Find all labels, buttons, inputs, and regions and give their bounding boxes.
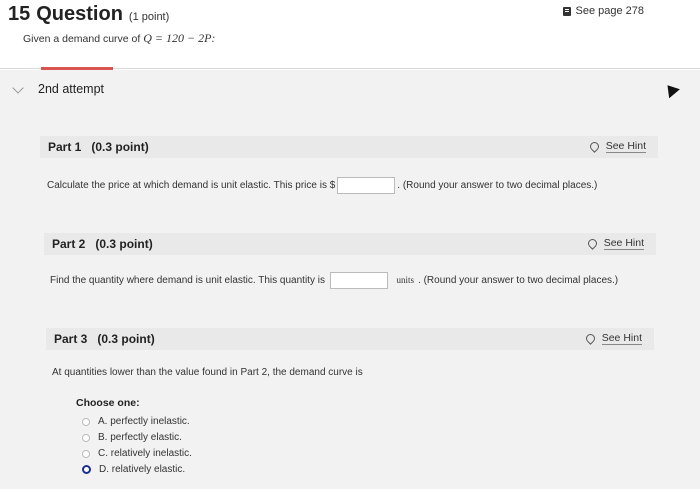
radio-button[interactable] — [82, 433, 90, 442]
units-label: units — [396, 275, 415, 286]
part-3-header: Part 3 (0.3 point) See Hint — [46, 328, 654, 350]
book-icon — [563, 6, 572, 16]
chevron-down-icon — [12, 81, 24, 94]
part-1-suffix: . (Round your answer to two decimal plac… — [397, 180, 598, 192]
question-title: 15 Question (1 point) — [8, 3, 169, 26]
part-3-label: Part 3 — [54, 332, 88, 346]
part-2-question: Find the quantity where demand is unit e… — [50, 272, 618, 289]
part-1-question: Calculate the price at which demand is u… — [47, 177, 597, 194]
part-3-points: (0.3 point) — [97, 332, 155, 346]
given-equation: Q = 120 − 2P: — [143, 31, 216, 45]
option-b-label: B. perfectly elastic. — [98, 432, 182, 443]
see-hint-label: See Hint — [605, 140, 646, 153]
part-2-quantity-input[interactable] — [329, 272, 388, 289]
part-1-points: (0.3 point) — [91, 140, 149, 154]
option-a[interactable]: A. perfectly inelastic. — [82, 416, 190, 427]
part-2-label: Part 2 — [52, 237, 86, 251]
radio-button[interactable] — [82, 449, 90, 458]
attempt-toggle[interactable]: 2nd attempt — [12, 81, 105, 96]
question-title-text: Question — [36, 3, 123, 25]
question-header: 15 Question (1 point) See page 278 Given a… — [8, 0, 692, 70]
part-1-header: Part 1 (0.3 point) See Hint — [40, 136, 658, 158]
lightbulb-icon — [587, 140, 601, 153]
see-page-label: See page 278 — [575, 5, 644, 17]
choose-one-label: Choose one: — [76, 397, 140, 409]
attempt-label: 2nd attempt — [38, 82, 105, 96]
part-3-see-hint[interactable]: See Hint — [583, 332, 642, 345]
part-1-text: Calculate the price at which demand is u… — [47, 180, 336, 192]
given-text: Given a demand curve of Q = 120 − 2P: — [23, 31, 215, 46]
part-2-text: Find the quantity where demand is unit e… — [50, 275, 325, 287]
question-points: (1 point) — [128, 11, 170, 23]
part-1-see-hint[interactable]: See Hint — [587, 140, 646, 153]
option-c[interactable]: C. relatively inelastic. — [82, 448, 192, 459]
see-hint-label: See Hint — [601, 332, 642, 345]
option-d-label: D. relatively elastic. — [99, 464, 186, 475]
part-2-points: (0.3 point) — [95, 237, 153, 251]
lightbulb-icon — [583, 332, 597, 345]
part-2-see-hint[interactable]: See Hint — [585, 237, 644, 250]
question-number: 15 — [8, 3, 31, 25]
part-3-question: At quantities lower than the value found… — [52, 367, 363, 378]
option-a-label: A. perfectly inelastic. — [98, 416, 190, 427]
question-page: 15 Question (1 point) See page 278 Given a… — [0, 0, 700, 489]
option-b[interactable]: B. perfectly elastic. — [82, 432, 182, 443]
part-2-suffix: . (Round your answer to two decimal plac… — [418, 275, 619, 287]
part-1-price-input[interactable] — [337, 177, 396, 194]
lightbulb-icon — [585, 237, 599, 250]
option-d[interactable]: D. relatively elastic. — [82, 464, 185, 475]
option-c-label: C. relatively inelastic. — [98, 448, 192, 459]
part-2-header: Part 2 (0.3 point) See Hint — [44, 233, 656, 255]
see-page-link[interactable]: See page 278 — [563, 5, 644, 17]
cursor-arrow-icon — [662, 80, 680, 99]
radio-button-selected[interactable] — [82, 465, 91, 474]
part-1-label: Part 1 — [48, 140, 82, 154]
see-hint-label: See Hint — [603, 237, 644, 250]
radio-button[interactable] — [82, 417, 90, 426]
given-prefix: Given a demand curve of — [23, 33, 144, 45]
